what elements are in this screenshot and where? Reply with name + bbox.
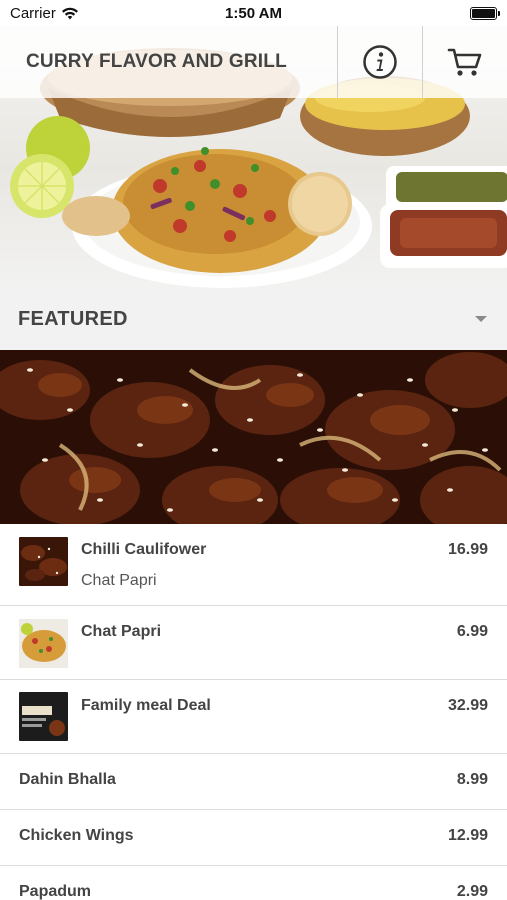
restaurant-title: CURRY FLAVOR AND GRILL: [26, 51, 287, 72]
list-item[interactable]: Papadum 2.99: [0, 866, 507, 900]
menu-list: Chilli Caulifower Chat Papri 16.99 Chat …: [0, 524, 507, 900]
battery-icon: [470, 6, 500, 20]
list-item[interactable]: Dahin Bhalla 8.99: [0, 754, 507, 810]
item-name: Papadum: [19, 883, 92, 900]
item-name: Chilli Caulifower: [81, 541, 207, 558]
item-name: Chicken Wings: [19, 827, 134, 844]
chilli-food-illustration: [0, 350, 507, 524]
chevron-down-icon[interactable]: [475, 316, 487, 322]
chilli-photo: [19, 537, 68, 586]
item-name: Chat Papri: [81, 623, 162, 640]
carrier-label: Carrier: [10, 4, 56, 22]
list-item[interactable]: Chat Papri 6.99: [0, 606, 507, 680]
section-title: FEATURED: [18, 307, 128, 330]
chat-papri-photo: [19, 619, 68, 668]
item-price: 16.99: [447, 541, 488, 558]
list-item[interactable]: Family meal Deal 32.99: [0, 680, 507, 754]
featured-section-header[interactable]: FEATURED: [0, 288, 507, 350]
item-subtitle: Chat Papri: [81, 572, 157, 589]
cart-icon: [447, 48, 482, 76]
item-price: 2.99: [456, 883, 488, 900]
item-name: Dahin Bhalla: [19, 771, 116, 788]
list-item[interactable]: Chicken Wings 12.99: [0, 810, 507, 866]
family-meal-photo: [19, 692, 68, 741]
featured-banner-image: [0, 350, 507, 524]
wifi-icon: [61, 7, 78, 19]
item-price: 6.99: [456, 623, 488, 640]
item-price: 12.99: [447, 827, 488, 844]
nav-bar: CURRY FLAVOR AND GRILL: [0, 26, 507, 98]
info-icon: [363, 45, 397, 79]
item-name: Family meal Deal: [81, 697, 211, 714]
item-price: 8.99: [456, 771, 488, 788]
cart-button[interactable]: [422, 26, 507, 98]
status-bar: Carrier 1:50 AM: [0, 0, 507, 26]
status-left: Carrier: [10, 5, 79, 22]
item-price: 32.99: [447, 697, 488, 714]
list-item[interactable]: Chilli Caulifower Chat Papri 16.99: [0, 524, 507, 606]
info-button[interactable]: [337, 26, 422, 98]
